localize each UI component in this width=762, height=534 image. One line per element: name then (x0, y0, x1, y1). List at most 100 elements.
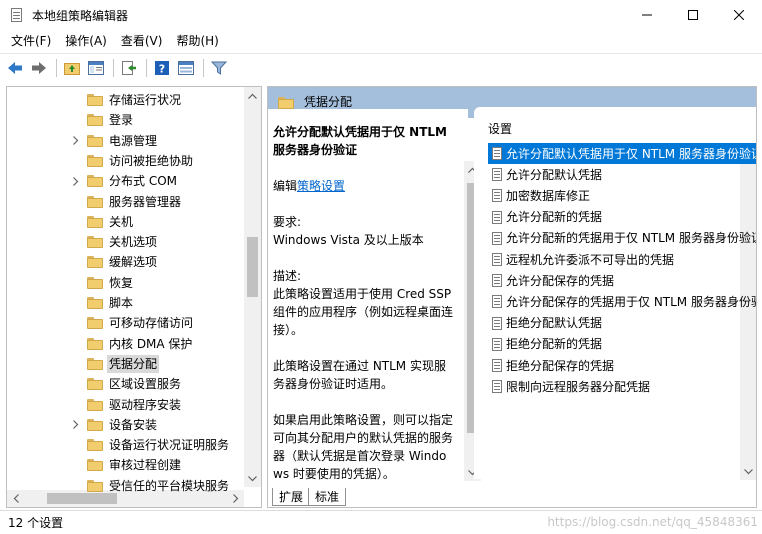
folder-icon (87, 479, 103, 492)
tree-item[interactable]: 驱动程序安装 (7, 395, 245, 415)
menu-action[interactable]: 操作(A) (58, 30, 114, 52)
scroll-down-arrow[interactable] (244, 470, 261, 487)
policy-title: 允许分配默认凭据用于仅 NTLM 服务器身份验证 (273, 125, 447, 157)
details-header-title: 凭据分配 (304, 95, 353, 109)
tab-extended[interactable]: 扩展 (272, 488, 311, 506)
tree-item[interactable]: 内核 DMA 保护 (7, 334, 245, 354)
menu-view[interactable]: 查看(V) (114, 30, 170, 52)
window-title: 本地组策略编辑器 (32, 8, 129, 23)
tree-item-label: 关机选项 (109, 235, 158, 250)
scroll-down-arrow[interactable] (740, 463, 756, 480)
description-label: 描述: (273, 269, 302, 283)
chevron-up-icon (248, 93, 257, 99)
setting-label: 限制向远程服务器分配凭据 (506, 379, 651, 394)
tree-item[interactable]: 登录 (7, 110, 245, 130)
chevron-down-icon (744, 468, 753, 474)
setting-row[interactable]: 允许分配默认凭据用于仅 NTLM 服务器身份验证 (488, 143, 757, 164)
tree-item[interactable]: 电源管理 (7, 131, 245, 151)
help-button[interactable]: ? (151, 57, 173, 79)
arrow-right-icon (32, 61, 46, 74)
export-list-button[interactable] (118, 57, 140, 79)
menu-bar: 文件(F) 操作(A) 查看(V) 帮助(H) (0, 30, 762, 52)
setting-label: 允许分配默认凭据用于仅 NTLM 服务器身份验证 (506, 146, 757, 161)
setting-label: 拒绝分配默认凭据 (506, 316, 603, 331)
folder-icon (87, 235, 103, 249)
minimize-button[interactable] (624, 0, 670, 30)
menu-file[interactable]: 文件(F) (4, 30, 58, 52)
tab-standard[interactable]: 标准 (308, 488, 347, 506)
svg-text:?: ? (159, 62, 165, 75)
tree-item-label: 访问被拒绝协助 (109, 153, 194, 168)
setting-row[interactable]: 允许分配新的凭据 (488, 207, 756, 228)
policy-setting-icon (491, 295, 503, 309)
tree-item[interactable]: 凭据分配 (7, 354, 245, 374)
folder-icon (87, 296, 103, 309)
setting-row[interactable]: 限制向远程服务器分配凭据 (488, 376, 756, 397)
view-tabs: 扩展 标准 (268, 486, 756, 507)
filter-button[interactable] (208, 57, 230, 79)
tree-item[interactable]: 区域设置服务 (7, 374, 245, 394)
setting-row[interactable]: 允许分配新的凭据用于仅 NTLM 服务器身份验证 (488, 228, 757, 249)
toolbar-separator (56, 58, 57, 77)
tree-item-label: 登录 (109, 113, 134, 128)
forward-button[interactable] (28, 57, 50, 79)
show-hide-tree-button[interactable] (85, 57, 107, 79)
up-level-button[interactable] (61, 57, 83, 79)
tree-vertical-scrollbar[interactable] (244, 87, 261, 487)
tree-item[interactable]: 设备安装 (7, 415, 245, 435)
console-tree: 存储运行状况 登录电源管理访问被拒绝协助分布式 COM 服务器管理器 关机关机选项缓解… (6, 86, 262, 508)
tree-item[interactable]: 关机 (7, 212, 245, 232)
help-icon: ? (155, 60, 169, 75)
tree-item[interactable]: 审核过程创建 (7, 455, 245, 475)
close-button[interactable] (716, 0, 762, 30)
tree-item[interactable]: 缓解选项 (7, 252, 245, 272)
policy-setting-icon (491, 168, 503, 182)
tree-item[interactable]: 关机选项 (7, 232, 245, 252)
chevron-right-icon[interactable] (71, 176, 81, 186)
folder-icon (87, 255, 103, 269)
tree-item[interactable]: 服务器管理器 (7, 192, 245, 212)
folder-icon (87, 438, 103, 452)
tree-item[interactable]: 分布式 COM (7, 171, 245, 191)
scroll-up-arrow[interactable] (244, 87, 261, 104)
menu-help[interactable]: 帮助(H) (169, 30, 225, 52)
tree-item[interactable]: 恢复 (7, 273, 245, 293)
setting-label: 允许分配默认凭据 (506, 167, 603, 182)
edit-policy-link[interactable]: 策略设置 (297, 179, 345, 193)
tree-item[interactable]: 受信任的平台模块服务 (7, 476, 245, 496)
chevron-right-icon[interactable] (71, 420, 81, 430)
folder-icon (87, 316, 103, 330)
setting-row[interactable]: 拒绝分配新的凭据 (488, 334, 756, 355)
tree-item[interactable]: 设备运行状况证明服务 (7, 435, 245, 455)
settings-list: 设置 允许分配默认凭据用于仅 NTLM 服务器身份验证 允许分配默认凭据加密数据库… (474, 107, 757, 480)
settings-column-header[interactable]: 设置 (488, 121, 512, 137)
tree-item-label: 恢复 (109, 275, 134, 290)
setting-row[interactable]: 允许分配保存的凭据 (488, 270, 756, 291)
scroll-thumb[interactable] (247, 237, 258, 297)
properties-button[interactable] (175, 57, 197, 79)
setting-row[interactable]: 允许分配默认凭据 (488, 164, 756, 185)
setting-label: 允许分配新的凭据用于仅 NTLM 服务器身份验证 (506, 231, 757, 246)
minimize-icon (642, 14, 652, 16)
console-tree-icon (88, 60, 104, 75)
gpedit-app-icon (10, 7, 24, 23)
maximize-button[interactable] (670, 0, 716, 30)
chevron-right-icon[interactable] (71, 136, 81, 146)
policy-setting-icon (491, 316, 503, 330)
tree-item-label: 存储运行状况 (109, 93, 182, 107)
tree-item[interactable]: 脚本 (7, 293, 245, 313)
edit-policy-line: 编辑策略设置 (273, 177, 455, 195)
back-button[interactable] (4, 57, 26, 79)
tree-item[interactable]: 存储运行状况 (7, 90, 245, 110)
setting-row[interactable]: 拒绝分配保存的凭据 (488, 355, 756, 376)
folder-icon (87, 337, 103, 350)
setting-row[interactable]: 拒绝分配默认凭据 (488, 313, 756, 334)
tree-item[interactable]: 访问被拒绝协助 (7, 151, 245, 171)
properties-icon (178, 60, 194, 75)
policy-setting-icon (491, 337, 503, 351)
setting-row[interactable]: 远程机允许委派不可导出的凭据 (488, 249, 756, 270)
setting-row[interactable]: 加密数据库修正 (488, 185, 756, 206)
tree-item-label: 缓解选项 (109, 255, 158, 270)
tree-item[interactable]: 可移动存储访问 (7, 313, 245, 333)
setting-row[interactable]: 允许分配保存的凭据用于仅 NTLM 服务器身份验证 (488, 291, 756, 312)
